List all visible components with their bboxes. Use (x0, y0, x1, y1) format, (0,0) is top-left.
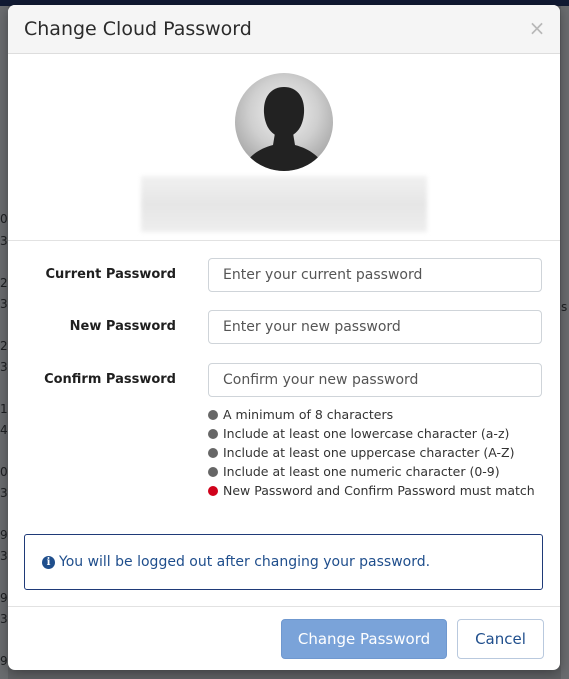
requirement-text: New Password and Confirm Password must m… (223, 483, 535, 498)
close-button[interactable]: × (526, 17, 548, 39)
current-password-input[interactable] (208, 258, 542, 292)
current-password-label: Current Password (45, 267, 176, 282)
user-silhouette-icon (241, 87, 327, 171)
dialog-header: Change Cloud Password × (8, 5, 560, 54)
footer-divider (8, 606, 560, 607)
status-dot-icon (208, 429, 218, 439)
requirement-text: Include at least one uppercase character… (223, 445, 515, 460)
bg-digit: 9 (0, 654, 8, 668)
password-requirements-list: A minimum of 8 characters Include at lea… (208, 405, 548, 500)
dialog-title: Change Cloud Password (24, 18, 252, 40)
background-page-right (561, 6, 569, 679)
requirement-item: Include at least one numeric character (… (208, 462, 548, 481)
bg-digit: 9 (0, 528, 8, 542)
requirement-text: Include at least one numeric character (… (223, 464, 500, 479)
bg-digit: 4 (0, 423, 8, 437)
change-password-dialog: Change Cloud Password × Current Password… (8, 5, 560, 670)
bg-digit: 0 (0, 465, 8, 479)
status-dot-icon (208, 410, 218, 420)
bg-digit: 2 (0, 276, 8, 290)
bg-digit: 0 (0, 212, 8, 226)
change-password-button[interactable]: Change Password (281, 619, 447, 659)
divider (8, 240, 560, 241)
status-dot-icon (208, 467, 218, 477)
new-password-input[interactable] (208, 310, 542, 344)
requirement-text: A minimum of 8 characters (223, 407, 394, 422)
new-password-label: New Password (69, 319, 176, 334)
status-dot-icon (208, 486, 218, 496)
bg-digit: 3 (0, 549, 8, 563)
requirement-item: A minimum of 8 characters (208, 405, 548, 424)
requirement-item: New Password and Confirm Password must m… (208, 481, 548, 500)
bg-digit: 3 (0, 612, 8, 626)
close-icon: × (528, 16, 546, 40)
bg-digit: 9 (0, 591, 8, 605)
requirement-text: Include at least one lowercase character… (223, 426, 510, 441)
confirm-password-input[interactable] (208, 363, 542, 397)
redacted-username (141, 176, 427, 232)
bg-digit: 3 (0, 486, 8, 500)
bg-digit: 2 (0, 339, 8, 353)
bg-digit: 3 (0, 297, 8, 311)
cancel-button[interactable]: Cancel (457, 619, 544, 659)
requirement-item: Include at least one uppercase character… (208, 443, 548, 462)
status-dot-icon (208, 448, 218, 458)
confirm-password-label: Confirm Password (44, 372, 176, 387)
notice-text: You will be logged out after changing yo… (59, 554, 431, 570)
logout-notice: i You will be logged out after changing … (24, 534, 543, 590)
requirement-item: Include at least one lowercase character… (208, 424, 548, 443)
background-text-fragment: s (561, 300, 568, 314)
bg-digit: 1 (0, 402, 8, 416)
avatar (235, 73, 333, 171)
bg-digit: 3 (0, 234, 8, 248)
bg-digit: 3 (0, 360, 8, 374)
info-icon: i (42, 556, 55, 569)
